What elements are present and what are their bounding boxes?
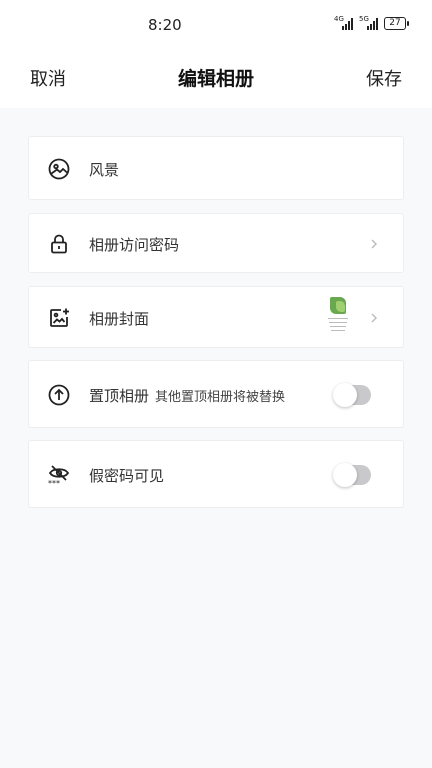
fake-password-row: *** 假密码可见 <box>28 440 404 508</box>
album-cover-thumbnail <box>325 297 351 339</box>
nav-bar: 取消 编辑相册 保存 <box>0 50 432 108</box>
save-button[interactable]: 保存 <box>366 65 402 91</box>
status-bar: 8:20 4G 5G 27 <box>0 0 432 50</box>
lock-icon <box>47 232 71 256</box>
album-cover-row[interactable]: 相册封面 <box>28 286 404 348</box>
pin-album-hint: 其他置顶相册将被替换 <box>155 390 286 405</box>
status-icons: 4G 5G 27 <box>334 14 409 30</box>
signal-4g-icon: 4G <box>334 14 353 30</box>
pin-album-row: 置顶相册 其他置顶相册将被替换 <box>28 360 404 428</box>
album-password-row[interactable]: 相册访问密码 <box>28 213 404 273</box>
signal-4g-label: 4G <box>334 14 344 23</box>
status-time: 8:20 <box>148 16 182 34</box>
fake-password-toggle[interactable] <box>333 463 371 487</box>
album-password-label: 相册访问密码 <box>89 236 180 254</box>
image-add-icon <box>47 306 71 330</box>
signal-5g-icon: 5G <box>359 14 378 30</box>
toggle-knob <box>333 463 357 487</box>
svg-text:***: *** <box>48 479 60 487</box>
album-cover-label: 相册封面 <box>89 310 150 328</box>
pin-album-label: 置顶相册 其他置顶相册将被替换 <box>89 385 285 406</box>
album-name-label: 风景 <box>89 161 120 179</box>
eye-off-icon: *** <box>47 463 71 487</box>
chevron-right-icon <box>369 237 379 251</box>
pin-album-title: 置顶相册 <box>89 387 150 405</box>
arrow-up-circle-icon <box>47 383 71 407</box>
chevron-right-icon <box>369 311 379 325</box>
album-name-row[interactable]: 风景 <box>28 136 404 200</box>
pin-album-toggle[interactable] <box>333 383 371 407</box>
battery-icon: 27 <box>384 17 409 30</box>
fake-password-label: 假密码可见 <box>89 467 165 485</box>
toggle-knob <box>333 383 357 407</box>
landscape-icon <box>47 157 71 181</box>
signal-5g-label: 5G <box>359 14 369 23</box>
